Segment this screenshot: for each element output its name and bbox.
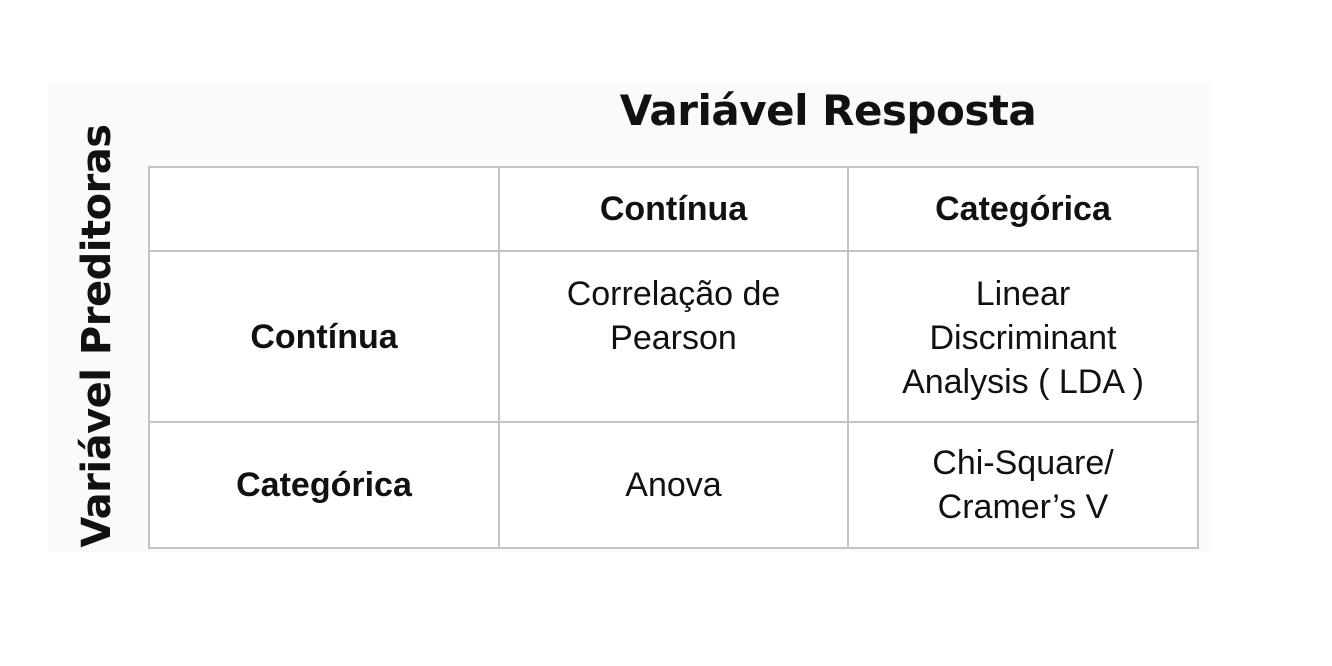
table-row: Contínua Correlação de Pearson Linear Di… (148, 250, 1199, 423)
row-header-categorica: Categórica (148, 421, 500, 549)
column-header-continua: Contínua (498, 166, 849, 252)
cell-text-line: Linear (975, 275, 1071, 313)
cell-categorica-continua: Anova (498, 421, 849, 549)
table-row: Categórica Anova Chi-Square/ Cramer’s V (148, 421, 1199, 549)
cell-categorica-categorica: Chi-Square/ Cramer’s V (847, 421, 1199, 549)
column-axis-title: Variável Resposta (619, 86, 1037, 135)
row-axis-title: Variável Preditoras (74, 124, 120, 548)
corner-cell (148, 166, 500, 252)
header-row: Contínua Categórica (148, 166, 1199, 252)
cell-text-line: Correlação de (566, 275, 781, 313)
method-matrix-table: Contínua Categórica Contínua Correlação … (148, 166, 1199, 549)
cell-continua-continua: Correlação de Pearson (498, 250, 849, 423)
row-header-continua: Contínua (148, 250, 500, 423)
cell-text-line: Anova (625, 466, 722, 504)
cell-text-line: Pearson (610, 319, 737, 357)
cell-text-line: Cramer’s V (937, 488, 1109, 526)
cell-text-line: Chi-Square/ (932, 444, 1114, 482)
column-header-categorica: Categórica (847, 166, 1199, 252)
cell-text-line: Analysis ( LDA ) (902, 363, 1144, 401)
cell-continua-categorica: Linear Discriminant Analysis ( LDA ) (847, 250, 1199, 423)
page: Variável Resposta Variável Preditoras Co… (0, 0, 1332, 666)
cell-text-line: Discriminant (929, 319, 1117, 357)
